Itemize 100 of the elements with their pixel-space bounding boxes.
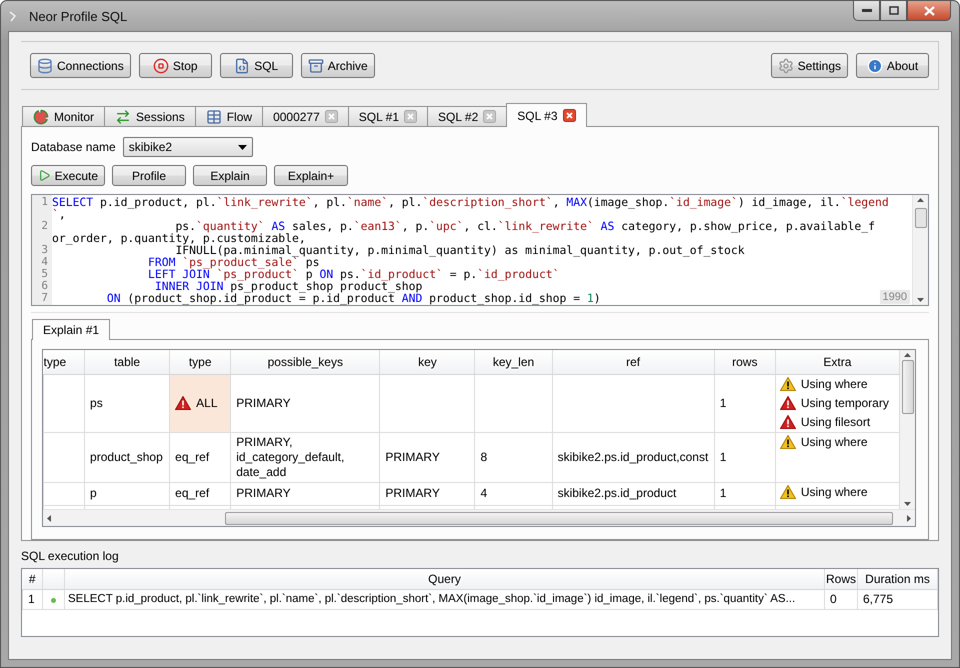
field-label: Database name bbox=[31, 140, 116, 154]
column-header[interactable]: Rows bbox=[824, 569, 858, 589]
column-header[interactable]: Duration ms bbox=[858, 569, 938, 589]
code-line: FROM `ps_product_sale` ps bbox=[147, 256, 320, 268]
column-header[interactable]: ref bbox=[552, 350, 714, 374]
code-line: IFNULL(pa.minimal_quantity, p.minimal_quantity) as minimal_quantity, p.out_of_stock bbox=[175, 244, 745, 256]
warning-icon bbox=[780, 485, 796, 499]
maximize-button[interactable] bbox=[880, 1, 907, 21]
column-header[interactable]: key bbox=[380, 350, 475, 374]
close-tab-icon[interactable] bbox=[562, 109, 576, 122]
tab[interactable]: SQL #3 bbox=[506, 103, 587, 127]
tab-label[interactable]: SQL #2 bbox=[438, 110, 478, 124]
tab-label[interactable]: SQL #3 bbox=[517, 108, 558, 122]
toolbar-button[interactable]: Stop bbox=[138, 53, 212, 78]
cell-text: 1 bbox=[720, 396, 726, 410]
scrollbar-thumb[interactable] bbox=[914, 208, 926, 228]
archive-icon bbox=[308, 58, 324, 74]
tab[interactable]: SQL #1 bbox=[348, 106, 428, 127]
scroll-down-icon[interactable] bbox=[917, 298, 924, 302]
column-header[interactable]: Query bbox=[64, 569, 824, 589]
code-line: ON (product_shop.id_product = p.id_product AND product_shop.id_shop = 1) bbox=[106, 292, 601, 304]
position-badge: 1990 bbox=[880, 290, 910, 304]
scroll-down-icon[interactable] bbox=[904, 502, 911, 506]
scroll-up-icon[interactable] bbox=[917, 198, 924, 202]
play-icon bbox=[38, 169, 51, 182]
minimize-button[interactable] bbox=[853, 1, 880, 21]
cell-text: PRIMARY bbox=[236, 486, 291, 500]
cell-text: 1 bbox=[720, 450, 726, 464]
database-dropdown[interactable]: skibike2 bbox=[122, 137, 253, 157]
column-header[interactable]: key_len bbox=[474, 350, 552, 374]
error-icon bbox=[780, 415, 796, 429]
cell-text: Using filesort bbox=[800, 414, 870, 430]
tab[interactable]: 0000277 bbox=[262, 106, 349, 127]
toolbar-button[interactable]: Archive bbox=[300, 53, 375, 78]
cell-text: Using where bbox=[800, 434, 868, 450]
scroll-right-icon[interactable] bbox=[907, 514, 911, 522]
column-header[interactable]: possible_keys bbox=[230, 350, 380, 374]
line-number: 6 bbox=[40, 280, 49, 292]
warning-icon bbox=[780, 377, 796, 391]
code-line: `, bbox=[52, 208, 66, 220]
action-button[interactable]: Execute bbox=[31, 165, 105, 186]
code-line: or_order, p.quantity, p.customizable, bbox=[52, 232, 306, 244]
line-number: 1 bbox=[40, 196, 49, 208]
toolbar-button[interactable]: Settings bbox=[770, 53, 848, 78]
cell-text: skibike2.ps.id_product bbox=[558, 486, 676, 500]
scrollbar-thumb[interactable] bbox=[902, 360, 914, 414]
tab[interactable]: Monitor bbox=[22, 106, 106, 127]
cell-text: ps bbox=[90, 396, 103, 410]
cell-text: ALL bbox=[196, 396, 218, 410]
tab-label[interactable]: Monitor bbox=[54, 110, 94, 124]
section-title: SQL execution log bbox=[21, 549, 120, 563]
document-icon bbox=[234, 58, 250, 74]
close-icon bbox=[924, 6, 934, 16]
cell-text: product_shop bbox=[90, 450, 163, 464]
minimize-icon bbox=[862, 9, 872, 12]
cell-text: 1 bbox=[720, 486, 726, 500]
maximize-icon bbox=[888, 6, 898, 15]
cell-text: 4 bbox=[480, 486, 488, 500]
action-button[interactable]: Explain+ bbox=[274, 165, 348, 186]
dropdown-arrow-icon bbox=[238, 144, 247, 150]
tab[interactable]: SQL #2 bbox=[427, 106, 508, 127]
cell-text: SELECT p.id_product, pl.`link_rewrite`, pl.`name`, pl.`description_short`, MAX(image_shop.`id_image`) id_image, il.`legend`, ps.`quantity` AS... bbox=[68, 592, 796, 604]
code-line: SELECT p.id_product, pl.`link_rewrite`, pl.`name`, pl.`description_short`, MAX(image_shop.`id_image`) id_image, il.`legend bbox=[52, 196, 889, 208]
scrollbar[interactable] bbox=[912, 195, 928, 305]
column-header[interactable]: type bbox=[44, 350, 85, 374]
toolbar-button[interactable]: SQL bbox=[220, 53, 293, 78]
scrollbar-thumb[interactable] bbox=[225, 512, 893, 524]
toolbar-button[interactable]: Connections bbox=[30, 53, 131, 78]
close-button[interactable] bbox=[907, 1, 951, 21]
cell-text: 6,775 bbox=[863, 592, 894, 606]
scrollbar[interactable] bbox=[43, 509, 915, 526]
window-title: Neor Profile SQL bbox=[29, 8, 128, 24]
toolbar-button[interactable]: About bbox=[856, 53, 929, 78]
arrows-icon bbox=[115, 108, 132, 124]
cell-text: PRIMARY bbox=[385, 450, 440, 464]
column-header[interactable]: Extra bbox=[775, 350, 900, 374]
table-icon bbox=[206, 108, 222, 124]
pie-chart-icon bbox=[33, 108, 49, 124]
column-header[interactable]: type bbox=[170, 350, 231, 374]
tab-label[interactable]: Flow bbox=[226, 110, 252, 124]
tab[interactable]: Flow bbox=[194, 106, 264, 127]
tab-label[interactable]: Sessions bbox=[136, 110, 185, 124]
column-header[interactable]: table bbox=[84, 350, 170, 374]
column-header[interactable]: # bbox=[22, 569, 42, 589]
tab[interactable]: Sessions bbox=[104, 106, 196, 127]
scroll-left-icon[interactable] bbox=[47, 514, 51, 522]
code-editor[interactable] bbox=[31, 194, 929, 306]
action-button[interactable]: Profile bbox=[112, 165, 186, 186]
tab-label[interactable]: 0000277 bbox=[273, 110, 320, 124]
code-line: ps.`quantity` AS sales, p.`ean13`, p.`upc`, cl.`link_rewrite` AS category, p.show_price, p.available_f bbox=[174, 220, 875, 232]
tab-label[interactable]: SQL #1 bbox=[358, 110, 400, 124]
tab[interactable]: Explain #1 bbox=[32, 319, 110, 340]
column-header[interactable]: rows bbox=[714, 350, 776, 374]
scroll-up-icon[interactable] bbox=[904, 353, 911, 357]
cell-text: eq_ref bbox=[175, 486, 210, 501]
scrollbar[interactable] bbox=[900, 350, 915, 509]
error-icon bbox=[175, 396, 192, 410]
stop-icon bbox=[152, 58, 169, 74]
line-number: 3 bbox=[40, 244, 49, 256]
action-button[interactable]: Explain bbox=[193, 165, 267, 186]
